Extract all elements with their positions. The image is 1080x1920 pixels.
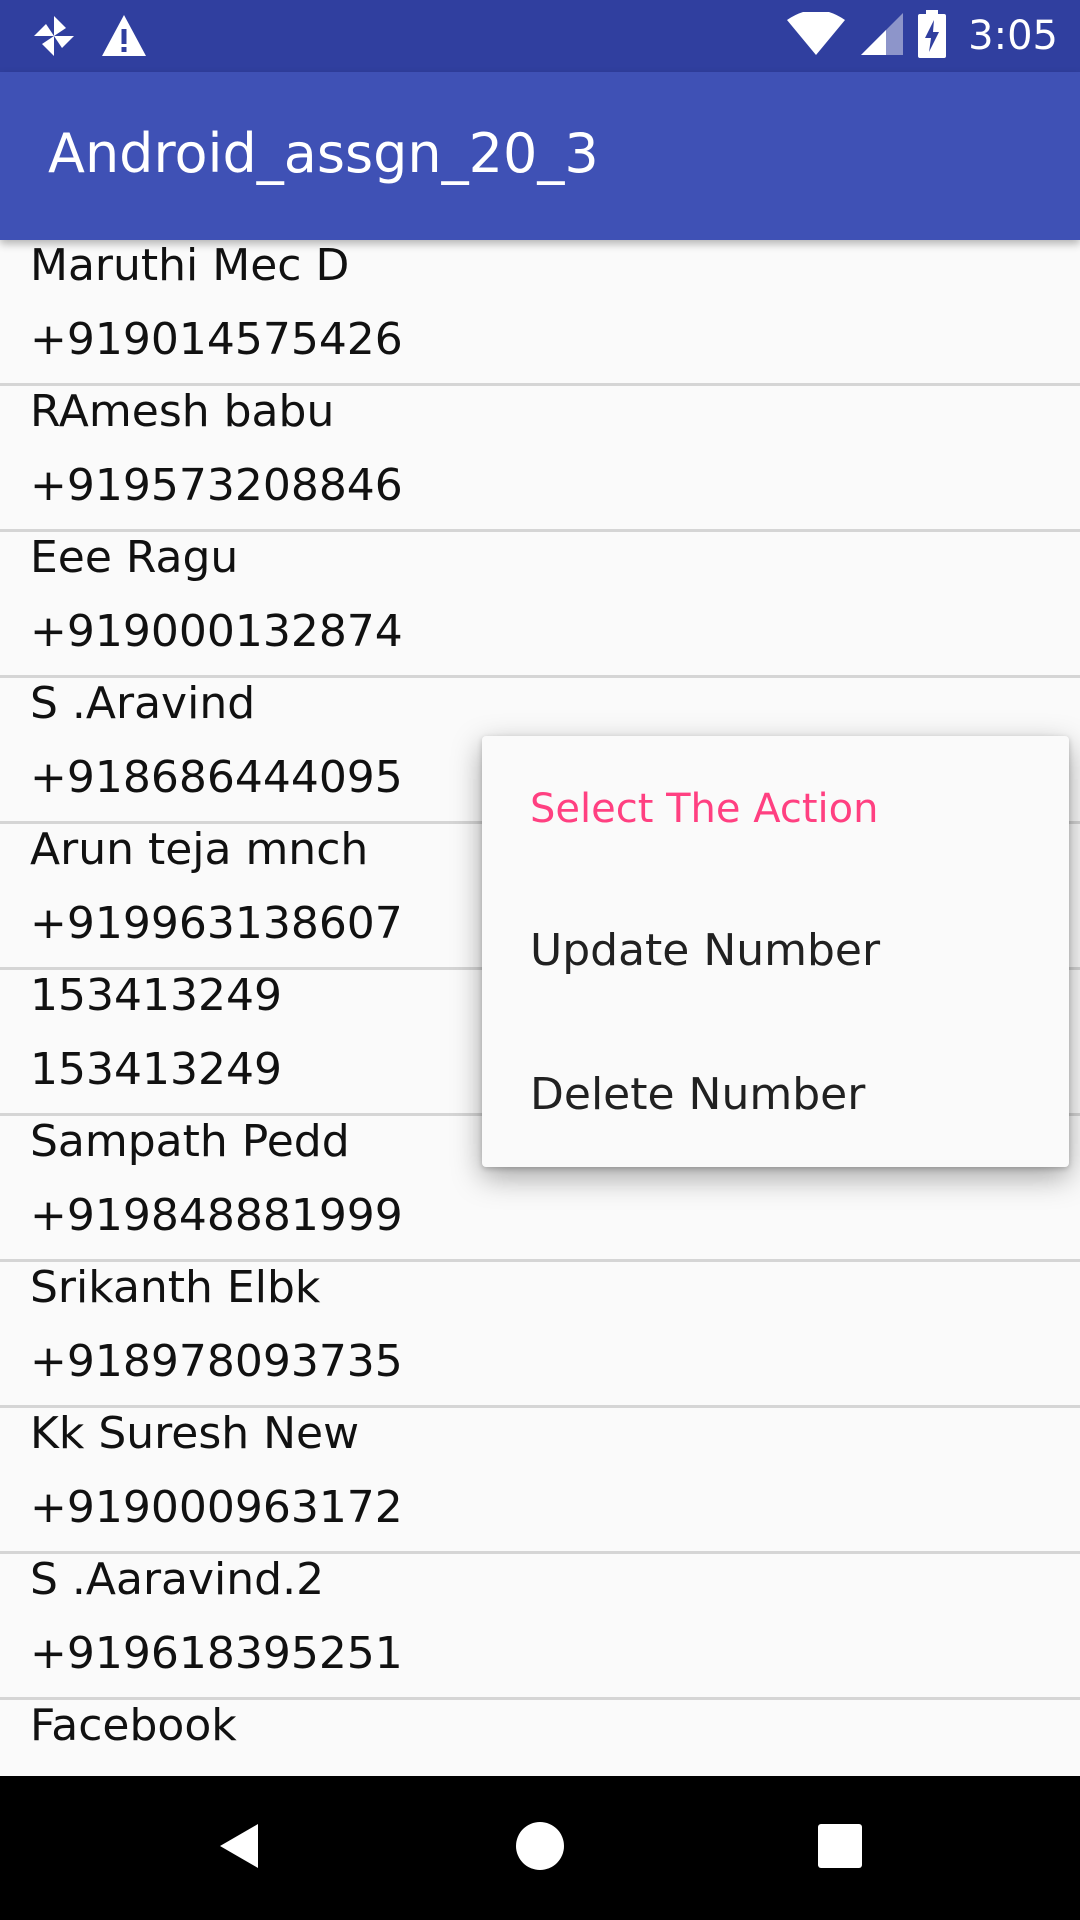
back-icon	[214, 1820, 266, 1876]
context-menu: Select The Action Update Number Delete N…	[482, 736, 1069, 1167]
status-icons: 3:05	[786, 0, 1058, 72]
contact-number: +919618395251	[30, 1628, 403, 1679]
status-bar: 3:05	[0, 0, 1080, 72]
delete-number-menu-item[interactable]: Delete Number	[482, 1023, 1069, 1167]
delete-number-label: Delete Number	[530, 1069, 866, 1120]
app-bar: Android_assgn_20_3	[0, 72, 1080, 240]
status-time: 3:05	[968, 13, 1058, 59]
battery-charging-icon	[918, 10, 947, 62]
contact-row[interactable]: Maruthi Mec D +919014575426	[0, 240, 1080, 386]
recents-button[interactable]	[792, 1800, 888, 1896]
contact-row[interactable]: Kk Suresh New +919000963172	[0, 1408, 1080, 1554]
update-number-menu-item[interactable]: Update Number	[482, 879, 1069, 1023]
contact-number: +918686444095	[30, 752, 403, 803]
contact-name: Sampath Pedd	[30, 1116, 350, 1167]
contact-number: 153413249	[30, 1044, 282, 1095]
contact-number: +919848881999	[30, 1190, 403, 1241]
contact-number: +919963138607	[30, 898, 403, 949]
contact-row[interactable]: RAmesh babu +919573208846	[0, 386, 1080, 532]
contact-number: +919000963172	[30, 1482, 403, 1533]
cell-signal-icon	[860, 12, 904, 60]
contact-number: +918978093735	[30, 1336, 403, 1387]
contact-row[interactable]: Facebook 325574	[0, 1700, 1080, 1776]
contact-name: Facebook	[30, 1700, 237, 1751]
home-button[interactable]	[492, 1800, 588, 1896]
contact-name: RAmesh babu	[30, 386, 335, 437]
back-button[interactable]	[192, 1800, 288, 1896]
contact-number: +919014575426	[30, 314, 403, 365]
contact-name: Maruthi Mec D	[30, 240, 350, 291]
contact-number: +919000132874	[30, 606, 403, 657]
warning-icon	[100, 12, 148, 60]
app-title: Android_assgn_20_3	[48, 122, 599, 185]
contact-name: Eee Ragu	[30, 532, 239, 583]
contact-row[interactable]: S .Aaravind.2 +919618395251	[0, 1554, 1080, 1700]
contact-name: Arun teja mnch	[30, 824, 369, 875]
contact-row[interactable]: Srikanth Elbk +918978093735	[0, 1262, 1080, 1408]
contact-row[interactable]: Eee Ragu +919000132874	[0, 532, 1080, 678]
navigation-bar	[0, 1776, 1080, 1920]
home-icon	[514, 1820, 566, 1876]
update-number-label: Update Number	[530, 925, 881, 976]
contact-name: 153413249	[30, 970, 282, 1021]
contact-number: +919573208846	[30, 460, 403, 511]
context-menu-title: Select The Action	[530, 786, 879, 832]
pinwheel-icon	[30, 12, 78, 60]
contact-name: Srikanth Elbk	[30, 1262, 321, 1313]
contact-name: S .Aravind	[30, 678, 256, 729]
wifi-icon	[786, 10, 846, 60]
contact-name: Kk Suresh New	[30, 1408, 360, 1459]
contact-name: S .Aaravind.2	[30, 1554, 325, 1605]
recents-icon	[816, 1822, 864, 1874]
